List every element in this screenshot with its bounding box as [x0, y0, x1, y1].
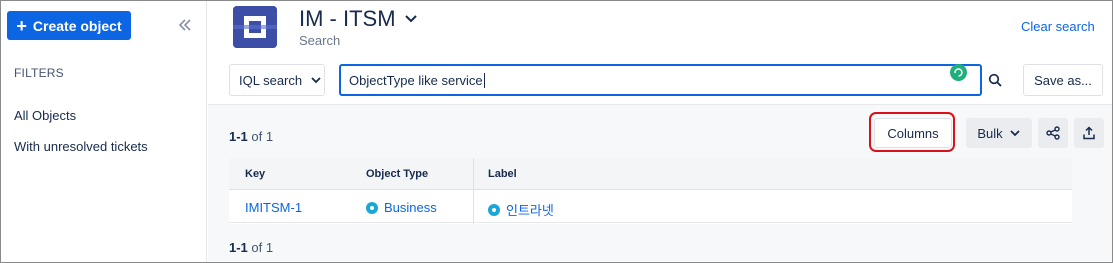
column-header-object-type[interactable]: Object Type: [366, 168, 428, 180]
table-header: Key Object Type Label: [229, 158, 1072, 190]
export-button[interactable]: [1074, 118, 1104, 148]
result-total: of 1: [251, 129, 274, 144]
page-subtitle: Search: [299, 33, 341, 48]
chevron-down-icon: [1010, 130, 1020, 137]
cell-key-link[interactable]: IMITSM-1: [245, 200, 302, 215]
iql-query-input[interactable]: ObjectType like service: [339, 64, 982, 96]
clear-search-link[interactable]: Clear search: [1021, 19, 1095, 34]
result-count-top: 1-1 of 1: [229, 129, 273, 144]
object-type-icon: [488, 203, 500, 216]
table-row[interactable]: IMITSM-1 Business 인트라넷: [229, 191, 1072, 223]
object-type-icon: [366, 201, 378, 214]
create-object-label: Create object: [32, 17, 122, 34]
results-table: Key Object Type Label IMITSM-1 Business …: [229, 158, 1072, 224]
query-text: ObjectType like service: [349, 72, 483, 88]
save-as-button[interactable]: Save as...: [1023, 64, 1103, 96]
sidebar-item-all-objects[interactable]: All Objects: [14, 108, 76, 123]
iql-search-label: IQL search: [239, 72, 303, 88]
result-range: 1-1: [229, 129, 248, 144]
plus-icon: +: [16, 15, 27, 36]
export-icon: [1083, 126, 1095, 140]
search-button[interactable]: [982, 64, 1008, 96]
project-avatar: [233, 6, 277, 48]
filters-title: FILTERS: [14, 66, 64, 80]
search-icon: [988, 73, 1002, 87]
iql-search-select[interactable]: IQL search: [229, 64, 325, 96]
columns-highlight-annotation: [869, 112, 955, 152]
result-range: 1-1: [229, 240, 248, 255]
result-total: of 1: [251, 240, 274, 255]
sidebar: + Create object FILTERS All Objects With…: [1, 1, 207, 262]
chevron-down-icon: [311, 77, 321, 84]
loading-indicator-icon: [950, 64, 967, 81]
project-title-text: IM - ITSM: [299, 6, 396, 31]
double-chevron-left-icon[interactable]: [177, 17, 193, 33]
cell-label[interactable]: 인트라넷: [488, 200, 554, 219]
share-icon: [1046, 126, 1060, 140]
cell-object-type[interactable]: Business: [366, 200, 437, 215]
bulk-button[interactable]: Bulk: [966, 118, 1032, 148]
create-object-button[interactable]: + Create object: [7, 11, 131, 40]
share-button[interactable]: [1038, 118, 1068, 148]
cell-object-type-text: Business: [384, 200, 437, 215]
bulk-label: Bulk: [977, 125, 1003, 141]
cell-label-text: 인트라넷: [506, 203, 554, 218]
chevron-down-icon: [404, 15, 417, 23]
sidebar-item-unresolved-tickets[interactable]: With unresolved tickets: [14, 139, 148, 154]
text-cursor: [483, 72, 485, 88]
column-header-label[interactable]: Label: [488, 168, 517, 180]
project-title[interactable]: IM - ITSM: [299, 6, 418, 32]
result-count-bottom: 1-1 of 1: [229, 240, 273, 255]
column-header-key[interactable]: Key: [245, 168, 265, 180]
